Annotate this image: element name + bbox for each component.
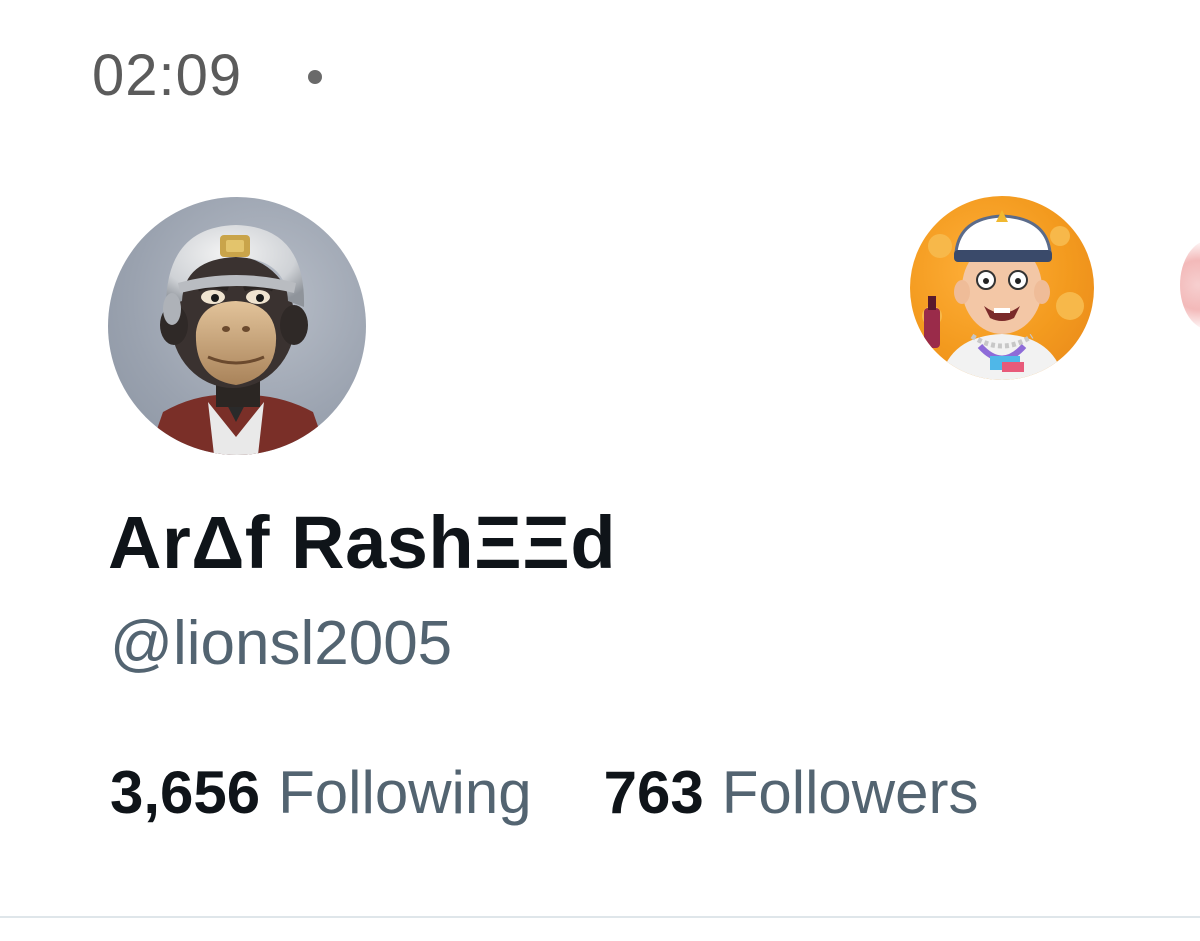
following-count: 3,656: [110, 759, 261, 826]
status-bar: 02:09: [92, 40, 323, 110]
followers-label: Followers: [721, 759, 979, 826]
cartoon-sailor-avatar-icon: [922, 210, 1084, 380]
divider: [0, 916, 1200, 918]
followers-count: 763: [603, 759, 704, 826]
status-time: 02:09: [92, 42, 243, 108]
display-name: ArΔf RashΞΞd: [108, 501, 617, 584]
following-label: Following: [278, 759, 532, 826]
user-handle: @lionsl2005: [110, 609, 453, 678]
suggested-profile-avatar[interactable]: [910, 196, 1094, 380]
following-link[interactable]: 3,656 Following: [110, 758, 532, 827]
next-card-peek: [1180, 240, 1200, 330]
notification-dot-icon: [308, 70, 323, 84]
profile-stats: 3,656 Following 763 Followers: [110, 758, 978, 827]
followers-link[interactable]: 763 Followers: [604, 758, 979, 827]
profile-avatar[interactable]: [108, 197, 366, 455]
bored-ape-avatar-icon: [148, 225, 328, 455]
